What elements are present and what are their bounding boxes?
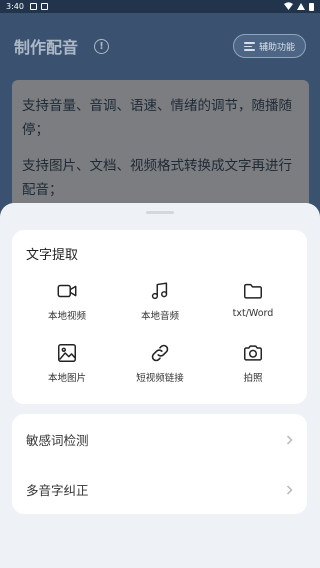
item-label: 拍照: [243, 373, 263, 384]
video-icon: [56, 280, 78, 302]
chevron-right-icon: [286, 480, 293, 499]
tools-list-panel: 敏感词检测 多音字纠正: [12, 414, 307, 514]
status-time: 3:40: [6, 2, 24, 11]
extract-short-video-link[interactable]: 短视频链接: [111, 342, 209, 384]
item-label: 本地视频: [47, 311, 86, 322]
item-label: txt/Word: [232, 308, 274, 319]
feature-description-card: 支持音量、音调、语速、情绪的调节，随播随停； 支持图片、文档、视频格式转换成文字…: [12, 80, 309, 220]
extract-local-video[interactable]: 本地视频: [18, 280, 116, 322]
assist-button-label: 辅助功能: [258, 42, 295, 53]
notification-icon: [40, 3, 48, 10]
polyphone-correction-row[interactable]: 多音字纠正: [12, 464, 307, 514]
link-icon: [149, 342, 171, 364]
description-text: 支持音量、音调、语速、情绪的调节，随播随停；: [22, 98, 292, 138]
item-label: 本地图片: [47, 373, 86, 384]
sensitive-word-check-row[interactable]: 敏感词检测: [12, 414, 307, 464]
section-title: 文字提取: [26, 248, 79, 263]
camera-icon: [242, 342, 264, 364]
extract-txt-word[interactable]: txt/Word: [204, 280, 302, 319]
page-title: 制作配音: [14, 38, 79, 57]
description-text: 支持图片、文档、视频格式转换成文字再进行配音；: [22, 158, 292, 198]
info-icon[interactable]: !: [94, 38, 110, 54]
chevron-right-icon: [286, 430, 293, 449]
item-label: 短视频链接: [136, 373, 184, 384]
music-icon: [149, 280, 171, 302]
item-label: 本地音频: [140, 311, 179, 322]
row-label: 敏感词检测: [26, 432, 89, 448]
extract-local-audio[interactable]: 本地音频: [111, 280, 209, 322]
page-header: 制作配音 ! 辅助功能: [0, 13, 320, 79]
signal-icon: [297, 3, 305, 10]
extract-camera[interactable]: 拍照: [204, 342, 302, 384]
text-extract-panel: 文字提取 本地视频 本地音频 txt/Word 本地图片 短视频链接 拍照: [12, 230, 307, 404]
extract-local-image[interactable]: 本地图片: [18, 342, 116, 384]
assist-button[interactable]: 辅助功能: [232, 34, 306, 58]
folder-icon: [242, 280, 264, 302]
wifi-icon: [284, 1, 293, 12]
image-icon: [56, 342, 78, 364]
bottom-sheet: 文字提取 本地视频 本地音频 txt/Word 本地图片 短视频链接 拍照 敏感…: [0, 203, 320, 568]
notification-icon: [29, 3, 37, 10]
battery-icon: [309, 2, 314, 11]
sheet-drag-handle[interactable]: [146, 211, 174, 214]
list-icon: [243, 42, 255, 51]
status-bar: 3:40: [0, 0, 320, 13]
row-label: 多音字纠正: [26, 482, 89, 498]
